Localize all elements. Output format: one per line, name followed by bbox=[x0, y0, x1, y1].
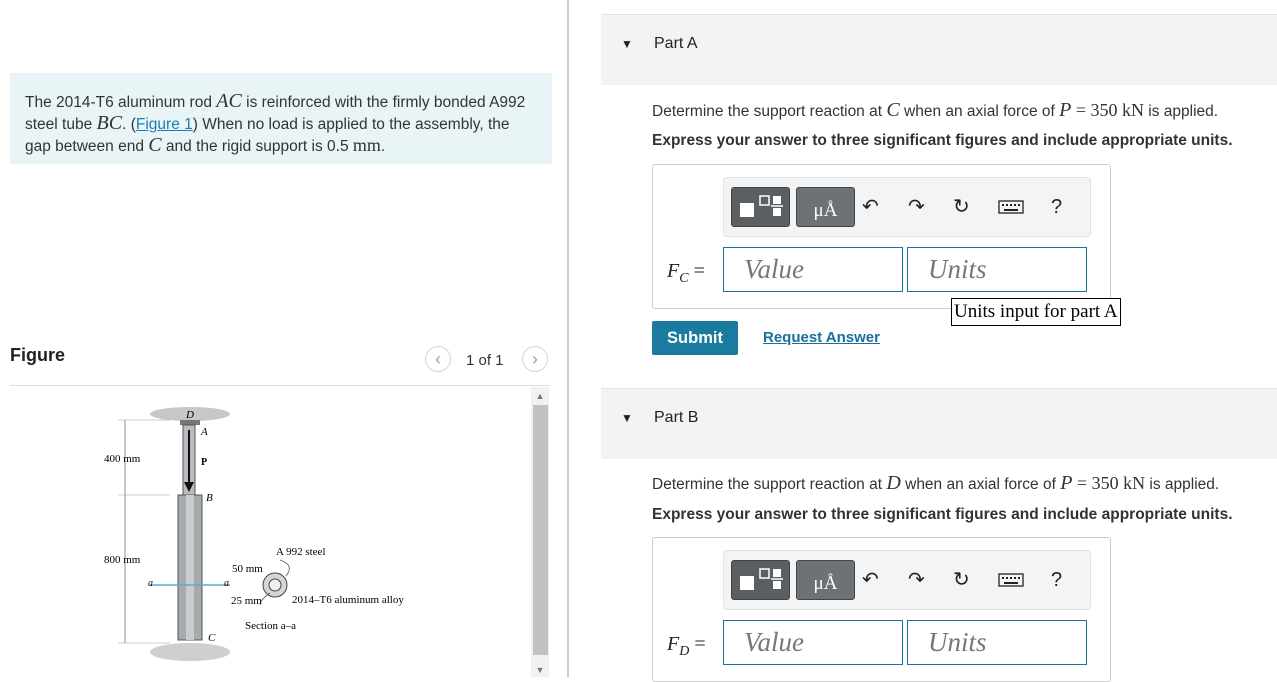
label-a-left: a bbox=[148, 578, 153, 589]
label-sub: D bbox=[679, 644, 690, 659]
reset-icon[interactable]: ↻ bbox=[953, 197, 970, 217]
question-text: is applied. bbox=[1145, 476, 1220, 493]
part-b-answer-box: μÅ ↶ ↷ ↻ ? FD = Value Units bbox=[652, 537, 1111, 682]
scroll-down-icon[interactable]: ▼ bbox=[531, 665, 549, 675]
pane-divider[interactable] bbox=[567, 0, 569, 677]
units-symbol-button[interactable]: μÅ bbox=[796, 187, 855, 227]
scroll-thumb[interactable] bbox=[533, 405, 548, 655]
problem-text: and the rigid support is 0.5 bbox=[161, 138, 353, 155]
request-answer-link[interactable]: Request Answer bbox=[763, 329, 880, 346]
value-input[interactable]: Value bbox=[723, 620, 903, 665]
math-point: D bbox=[886, 472, 901, 494]
templates-icon[interactable] bbox=[731, 560, 790, 600]
chevron-left-icon[interactable]: ‹ bbox=[425, 346, 451, 372]
help-button[interactable]: ? bbox=[1051, 197, 1062, 217]
part-a-header[interactable]: ▼ Part A bbox=[601, 14, 1277, 85]
problem-text: . ( bbox=[122, 116, 136, 133]
label-eq: = bbox=[688, 260, 705, 282]
label-50mm: 50 mm bbox=[232, 563, 263, 575]
label-steel: A 992 steel bbox=[276, 546, 326, 558]
part-b-instruction: Express your answer to three significant… bbox=[652, 506, 1233, 523]
undo-icon[interactable]: ↶ bbox=[862, 197, 879, 217]
units-input[interactable]: Units bbox=[907, 247, 1087, 292]
part-a-question: Determine the support reaction at C when… bbox=[652, 99, 1218, 122]
part-b-header[interactable]: ▼ Part B bbox=[601, 388, 1277, 459]
caret-down-icon[interactable]: ▼ bbox=[621, 411, 633, 425]
caret-down-icon[interactable]: ▼ bbox=[621, 37, 633, 51]
section-inner bbox=[268, 578, 282, 592]
fc-label: FC = bbox=[667, 260, 705, 287]
problem-statement: The 2014-T6 aluminum rod AC is reinforce… bbox=[10, 73, 552, 164]
part-a-title: Part A bbox=[654, 35, 698, 52]
units-input[interactable]: Units bbox=[907, 620, 1087, 665]
fd-label: FD = bbox=[667, 633, 706, 660]
undo-icon[interactable]: ↶ bbox=[862, 570, 879, 590]
redo-icon[interactable]: ↷ bbox=[908, 197, 925, 217]
label-f: F bbox=[667, 260, 680, 282]
label-a-point: A bbox=[200, 426, 208, 438]
math-mm: mm bbox=[352, 135, 381, 155]
part-b-question: Determine the support reaction at D when… bbox=[652, 472, 1219, 495]
label-eq: = bbox=[689, 633, 706, 655]
question-text: when an axial force of bbox=[900, 476, 1061, 493]
inner-rod bbox=[186, 495, 194, 640]
figure-scrollbar[interactable]: ▲ ▼ bbox=[531, 387, 549, 677]
label-section: Section a–a bbox=[245, 620, 296, 632]
part-a-answer-box: μÅ ↶ ↷ ↻ ? FC = Value Units bbox=[652, 164, 1111, 309]
math-toolbar: μÅ ↶ ↷ ↻ ? bbox=[723, 550, 1091, 610]
divider bbox=[10, 385, 550, 386]
label-p: P bbox=[201, 457, 207, 468]
help-button[interactable]: ? bbox=[1051, 570, 1062, 590]
math-p: P bbox=[1060, 472, 1073, 494]
redo-icon[interactable]: ↷ bbox=[908, 570, 925, 590]
chevron-right-icon[interactable]: › bbox=[522, 346, 548, 372]
label-sub: C bbox=[679, 271, 689, 286]
math-c: C bbox=[148, 134, 162, 156]
question-text: is applied. bbox=[1143, 103, 1219, 120]
label-b: B bbox=[206, 492, 213, 504]
question-text: when an axial force of bbox=[899, 103, 1060, 120]
label-alloy: 2014–T6 aluminum alloy bbox=[292, 594, 404, 606]
math-bc: BC bbox=[96, 112, 123, 134]
leader-line bbox=[279, 559, 290, 577]
keyboard-icon[interactable] bbox=[998, 572, 1024, 592]
figure-diagram: D A P B C a a 400 mm 800 mm A 992 steel … bbox=[104, 407, 404, 661]
part-a-instruction: Express your answer to three significant… bbox=[652, 132, 1233, 149]
submit-button[interactable]: Submit bbox=[652, 321, 738, 355]
figure-counter: 1 of 1 bbox=[466, 352, 504, 369]
reset-icon[interactable]: ↻ bbox=[953, 570, 970, 590]
label-d: D bbox=[185, 409, 194, 421]
math-ac: AC bbox=[216, 90, 242, 112]
label-f: F bbox=[667, 633, 680, 655]
figure-image: D A P B C a a 400 mm 800 mm A 992 steel … bbox=[90, 400, 520, 677]
value-input[interactable]: Value bbox=[723, 247, 903, 292]
label-a-right: a bbox=[224, 578, 229, 589]
keyboard-icon[interactable] bbox=[998, 199, 1024, 219]
problem-pane: The 2014-T6 aluminum rod AC is reinforce… bbox=[0, 0, 568, 677]
math-point: C bbox=[886, 99, 900, 121]
math-force-value: = 350 kN bbox=[1072, 473, 1146, 493]
label-400mm: 400 mm bbox=[104, 453, 141, 465]
figure-title: Figure bbox=[10, 345, 66, 365]
problem-text: . bbox=[380, 138, 386, 155]
figure-link[interactable]: Figure 1 bbox=[136, 116, 193, 133]
label-800mm: 800 mm bbox=[104, 554, 141, 566]
math-p: P bbox=[1059, 99, 1072, 121]
question-text: Determine the support reaction at bbox=[652, 476, 887, 493]
units-symbol-button[interactable]: μÅ bbox=[796, 560, 855, 600]
problem-text: The 2014-T6 aluminum rod bbox=[25, 94, 217, 111]
part-b-title: Part B bbox=[654, 409, 699, 426]
bottom-support bbox=[150, 643, 230, 661]
scroll-up-icon[interactable]: ▲ bbox=[531, 391, 549, 401]
templates-icon[interactable] bbox=[731, 187, 790, 227]
math-force-value: = 350 kN bbox=[1071, 100, 1144, 120]
label-c: C bbox=[208, 632, 216, 644]
question-text: Determine the support reaction at bbox=[652, 103, 887, 120]
label-25mm: 25 mm bbox=[231, 595, 262, 607]
math-toolbar: μÅ ↶ ↷ ↻ ? bbox=[723, 177, 1091, 237]
units-tooltip: Units input for part A bbox=[951, 298, 1121, 326]
